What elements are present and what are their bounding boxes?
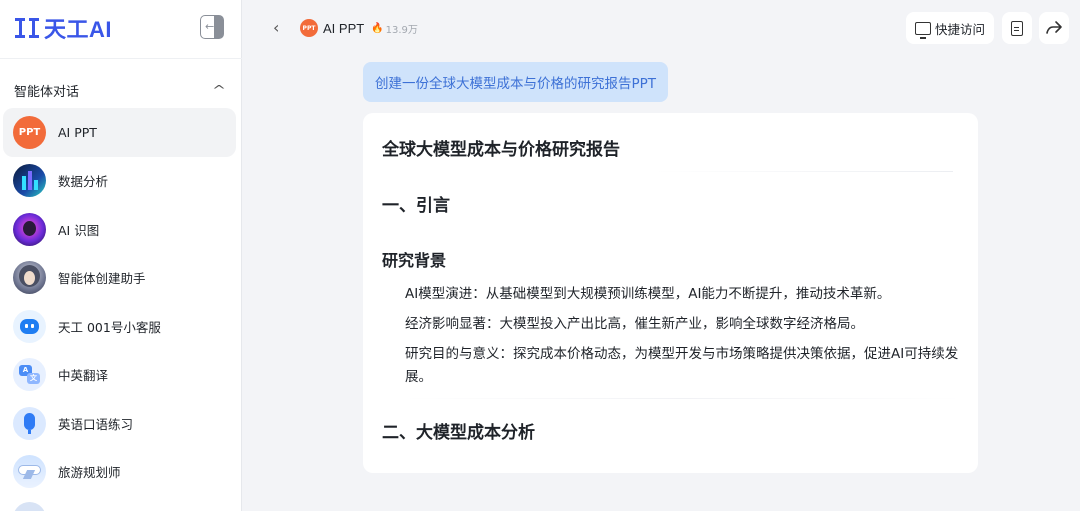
sidebar-item-label: 智能体创建助手 [58,271,146,287]
agent-list: PPT AI PPT 数据分析 AI 识图 智能体创建助手 天工 001号小客服… [3,108,236,511]
logo-mark-icon [15,18,39,38]
back-chevron-icon[interactable]: ‹ [273,18,289,38]
document-button[interactable] [1002,12,1032,44]
answer-paragraph: 经济影响显著：大模型投入产出比高，催生新产业，影响全球数字经济格局。 [405,316,864,332]
ppt-avatar-text: PPT [18,126,41,138]
agent-builder-avatar-icon [13,261,46,295]
translate-badge-b: 文 [27,373,40,385]
sidebar-item-travel-planner[interactable]: 旅游规划师 [3,448,236,497]
chevron-up-icon[interactable]: ^ [212,83,226,97]
sidebar-item-partial[interactable] [3,496,236,511]
logo-text: 天工AI [44,17,113,42]
data-analysis-avatar-icon [13,164,46,198]
sidebar-item-label: AI 识图 [58,222,100,238]
sidebar-item-label: 数据分析 [58,174,109,190]
quick-access-label: 快捷访问 [934,21,985,37]
current-agent-header: PPT AI PPT 🔥 13.9万 [300,18,418,38]
arrow-left-icon: ← [205,20,215,33]
sidebar-item-label: AI PPT [58,124,97,140]
subsection-heading: 研究背景 [382,251,447,270]
quick-access-button[interactable]: 快捷访问 [906,12,994,44]
sidebar-item-english-speaking[interactable]: 英语口语练习 [3,399,236,448]
sidebar-item-data-analysis[interactable]: 数据分析 [3,157,236,206]
collapse-sidebar-button[interactable]: ← [200,15,224,39]
sidebar-item-ai-ppt[interactable]: PPT AI PPT [3,108,236,157]
agent-section-title: 智能体对话 [14,84,80,100]
sidebar-item-translate[interactable]: A 文 中英翻译 [3,351,236,400]
fire-icon: 🔥 [371,22,384,34]
panel-icon [214,16,223,38]
app-logo[interactable]: 天工AI [14,14,112,42]
share-icon [1046,21,1062,34]
mini-avatar-text: PPT [302,24,316,32]
heat-count: 13.9万 [385,24,418,36]
assistant-answer-card: 全球大模型成本与价格研究报告 一、引言 研究背景 AI模型演进：从基础模型到大规… [363,113,978,473]
sidebar: 天工AI ← 智能体对话 ^ PPT AI PPT 数据分析 AI 识图 智能体… [0,0,242,511]
sidebar-item-label: 旅游规划师 [58,465,121,481]
answer-title: 全球大模型成本与价格研究报告 [382,140,620,160]
answer-paragraph: AI模型演进：从基础模型到大规模预训练模型，AI能力不断提升，推动技术革新。 [405,286,891,302]
agent-name: AI PPT [323,20,365,36]
sidebar-item-customer-service[interactable]: 天工 001号小客服 [3,302,236,351]
monitor-icon [914,21,931,39]
sidebar-item-label: 中英翻译 [58,368,109,384]
airplane-avatar-icon [13,455,46,489]
agent-section-header[interactable]: 智能体对话 ^ [14,80,226,100]
divider [0,58,242,59]
ppt-avatar-icon: PPT [13,115,46,149]
answer-paragraph: 研究目的与意义：探究成本价格动态，为模型开发与市场策略提供决策依据，促进AI可持… [405,346,959,385]
sidebar-item-ai-image[interactable]: AI 识图 [3,205,236,254]
share-button[interactable] [1039,12,1069,44]
microphone-avatar-icon [13,406,46,440]
sidebar-item-label: 天工 001号小客服 [58,319,161,335]
sidebar-item-label: 英语口语练习 [58,416,134,432]
robot-avatar-icon [13,309,46,343]
user-message: 创建一份全球大模型成本与价格的研究报告PPT [363,62,669,102]
document-icon [1011,20,1023,36]
agent-avatar-icon [13,502,46,511]
divider [403,398,963,399]
translate-avatar-icon: A 文 [13,358,46,392]
section-heading-cost: 二、大模型成本分析 [382,423,535,443]
ppt-avatar-icon: PPT [300,19,318,37]
section-heading-intro: 一、引言 [382,196,450,216]
divider [653,171,953,172]
ai-image-avatar-icon [13,212,46,246]
sidebar-item-agent-builder[interactable]: 智能体创建助手 [3,254,236,303]
